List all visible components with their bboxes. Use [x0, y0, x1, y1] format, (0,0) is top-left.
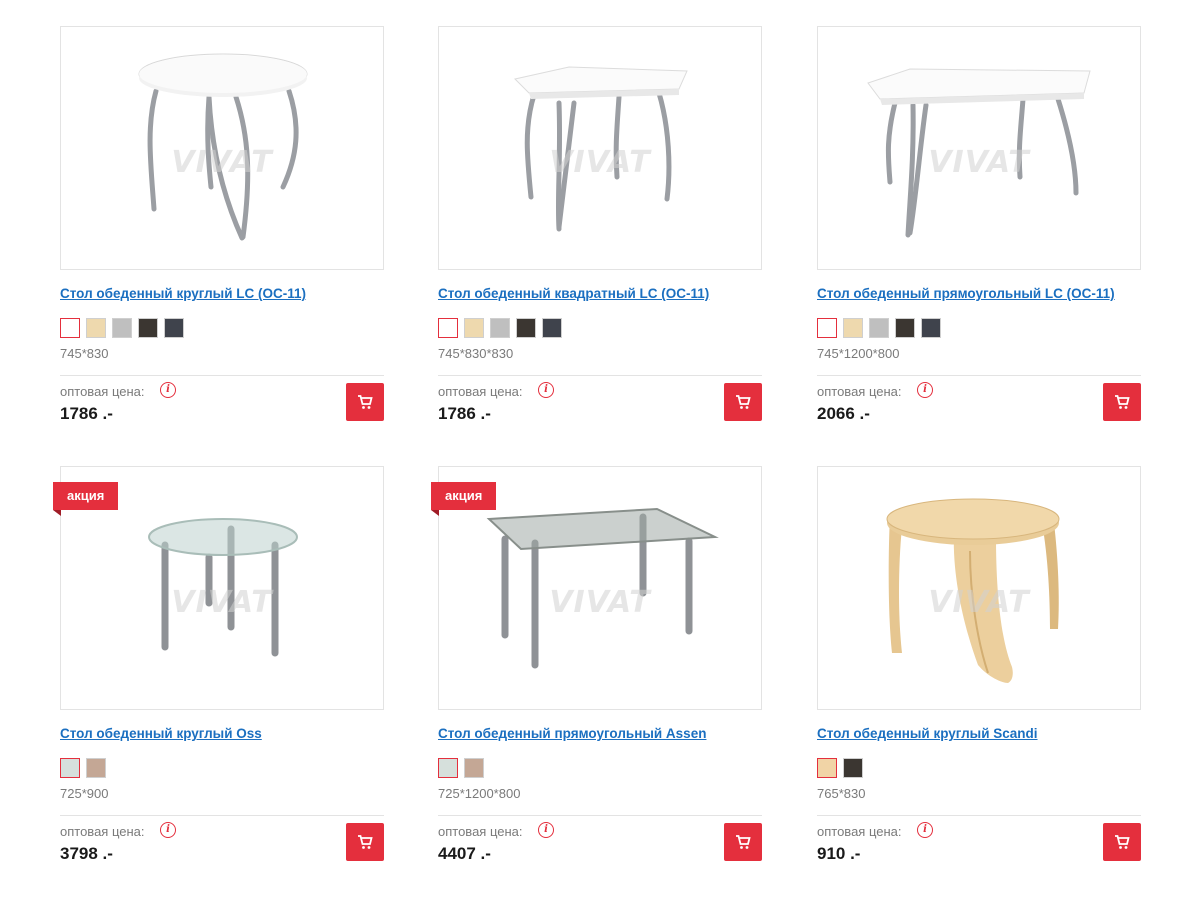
info-icon[interactable]: i	[917, 822, 933, 838]
promo-badge: акция	[431, 482, 497, 516]
color-swatch[interactable]	[60, 758, 80, 778]
color-swatch[interactable]	[164, 318, 184, 338]
product-dimensions: 745*830	[60, 346, 109, 361]
product-title-link[interactable]: Стол обеденный прямоугольный Assen	[438, 726, 762, 741]
product-dimensions: 725*1200*800	[438, 786, 521, 801]
color-swatch[interactable]	[895, 318, 915, 338]
add-to-cart-button[interactable]	[724, 823, 762, 861]
price-value: 4407 .-	[438, 844, 491, 863]
watermark: VIVAT	[549, 585, 651, 620]
color-swatch[interactable]	[843, 318, 863, 338]
product-title-link[interactable]: Стол обеденный круглый Oss	[60, 726, 384, 741]
color-swatches	[438, 318, 762, 338]
price-value: 1786 .-	[438, 404, 491, 423]
price-label: оптовая цена:	[60, 824, 145, 839]
price-label: оптовая цена:	[817, 824, 902, 839]
add-to-cart-button[interactable]	[346, 383, 384, 421]
product-dimensions: 765*830	[817, 786, 866, 801]
color-swatch[interactable]	[112, 318, 132, 338]
add-to-cart-button[interactable]	[1103, 823, 1141, 861]
product-card: VIVAT Стол обеденный прямоугольный LC (О…	[817, 26, 1141, 426]
product-card: VIVAT Стол обеденный круглый LC (ОС-11) …	[60, 26, 384, 426]
info-icon[interactable]: i	[917, 382, 933, 398]
price-box: оптовая цена: i 2066 .-	[817, 376, 1141, 426]
color-swatches	[817, 318, 1141, 338]
price-label: оптовая цена:	[60, 384, 145, 399]
price-value: 2066 .-	[817, 404, 870, 423]
add-to-cart-button[interactable]	[1103, 383, 1141, 421]
watermark: VIVAT	[171, 145, 273, 180]
product-image[interactable]: VIVAT	[817, 466, 1141, 710]
color-swatch[interactable]	[464, 758, 484, 778]
color-swatch[interactable]	[138, 318, 158, 338]
shopping-cart-icon	[736, 395, 751, 409]
color-swatch[interactable]	[438, 758, 458, 778]
promo-badge: акция	[53, 482, 119, 516]
price-box: оптовая цена: i 1786 .-	[438, 376, 762, 426]
product-dimensions: 745*830*830	[438, 346, 514, 361]
shopping-cart-icon	[358, 835, 373, 849]
watermark: VIVAT	[928, 585, 1030, 620]
watermark: VIVAT	[549, 145, 651, 180]
color-swatches	[60, 318, 384, 338]
price-value: 1786 .-	[60, 404, 113, 423]
product-title-link[interactable]: Стол обеденный прямоугольный LC (ОС-11)	[817, 286, 1141, 301]
color-swatch[interactable]	[516, 318, 536, 338]
product-card: VIVAT Стол обеденный круглый Scandi 765*…	[817, 466, 1141, 866]
product-dimensions: 745*1200*800	[817, 346, 900, 361]
watermark: VIVAT	[171, 585, 273, 620]
info-icon[interactable]: i	[538, 822, 554, 838]
shopping-cart-icon	[736, 835, 751, 849]
color-swatch[interactable]	[921, 318, 941, 338]
price-box: оптовая цена: i 910 .-	[817, 816, 1141, 866]
price-box: оптовая цена: i 3798 .-	[60, 816, 384, 866]
price-label: оптовая цена:	[438, 824, 523, 839]
color-swatch[interactable]	[817, 318, 837, 338]
shopping-cart-icon	[1115, 395, 1130, 409]
product-image[interactable]: VIVAT акция	[53, 466, 384, 710]
info-icon[interactable]: i	[160, 822, 176, 838]
info-icon[interactable]: i	[538, 382, 554, 398]
color-swatch[interactable]	[843, 758, 863, 778]
product-card: VIVAT акция Стол обеденный прямоугольный…	[431, 466, 762, 866]
price-label: оптовая цена:	[438, 384, 523, 399]
product-grid: VIVAT Стол обеденный круглый LC (ОС-11) …	[0, 0, 1200, 900]
color-swatch[interactable]	[817, 758, 837, 778]
price-value: 910 .-	[817, 844, 861, 863]
color-swatch[interactable]	[438, 318, 458, 338]
color-swatch[interactable]	[869, 318, 889, 338]
product-title-link[interactable]: Стол обеденный круглый Scandi	[817, 726, 1141, 741]
price-box: оптовая цена: i 1786 .-	[60, 376, 384, 426]
product-dimensions: 725*900	[60, 786, 109, 801]
product-card: VIVAT Стол обеденный квадратный LC (ОС-1…	[438, 26, 762, 426]
color-swatch[interactable]	[86, 758, 106, 778]
product-title-link[interactable]: Стол обеденный круглый LC (ОС-11)	[60, 286, 384, 301]
color-swatches	[817, 758, 1141, 778]
color-swatch[interactable]	[542, 318, 562, 338]
info-icon[interactable]: i	[160, 382, 176, 398]
color-swatch[interactable]	[86, 318, 106, 338]
color-swatches	[438, 758, 762, 778]
product-image[interactable]: VIVAT	[60, 26, 384, 270]
shopping-cart-icon	[1115, 835, 1130, 849]
product-card: VIVAT акция Стол обеденный круглый Oss 7…	[53, 466, 384, 866]
product-image[interactable]: VIVAT	[817, 26, 1141, 270]
color-swatch[interactable]	[464, 318, 484, 338]
shopping-cart-icon	[358, 395, 373, 409]
watermark: VIVAT	[928, 145, 1030, 180]
price-label: оптовая цена:	[817, 384, 902, 399]
price-value: 3798 .-	[60, 844, 113, 863]
add-to-cart-button[interactable]	[346, 823, 384, 861]
product-image[interactable]: VIVAT	[438, 26, 762, 270]
product-image[interactable]: VIVAT акция	[431, 466, 762, 710]
color-swatches	[60, 758, 384, 778]
color-swatch[interactable]	[490, 318, 510, 338]
add-to-cart-button[interactable]	[724, 383, 762, 421]
price-box: оптовая цена: i 4407 .-	[438, 816, 762, 866]
product-title-link[interactable]: Стол обеденный квадратный LC (ОС-11)	[438, 286, 762, 301]
color-swatch[interactable]	[60, 318, 80, 338]
